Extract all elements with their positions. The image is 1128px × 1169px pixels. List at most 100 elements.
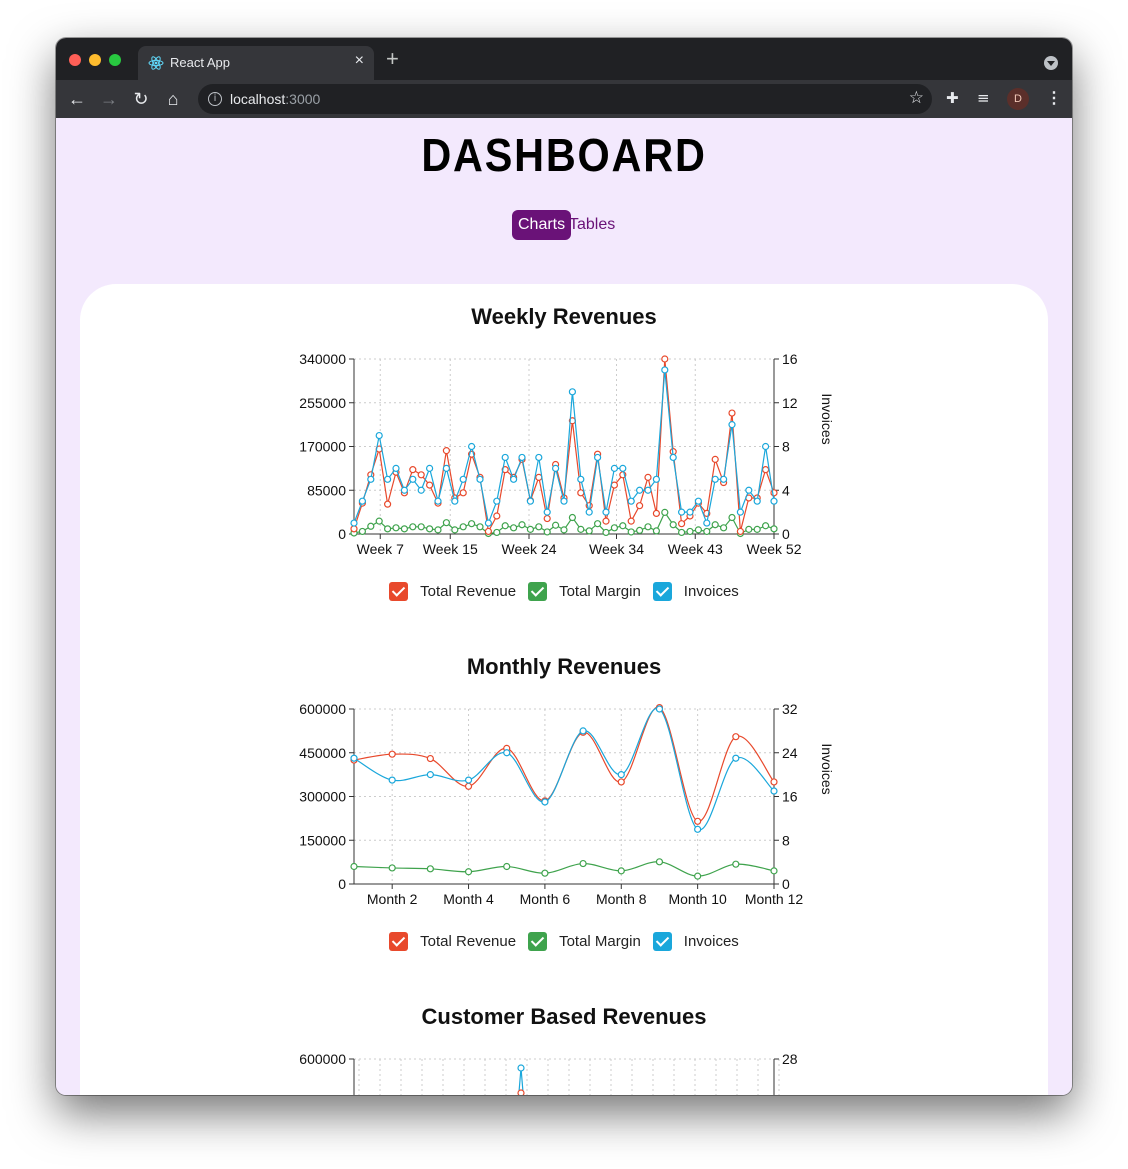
data-point xyxy=(526,497,534,505)
data-point xyxy=(501,522,509,530)
info-icon[interactable]: i xyxy=(208,92,222,106)
x-tick-label: Week 7 xyxy=(357,541,404,557)
data-point xyxy=(593,453,602,462)
extensions-puzzle-icon[interactable]: ✚ xyxy=(946,89,959,107)
data-point xyxy=(493,528,501,537)
legend-item-total-margin[interactable]: Total Margin xyxy=(528,929,641,953)
more-menu-icon[interactable]: ⋮ xyxy=(1046,88,1062,108)
data-point xyxy=(694,817,702,825)
y2-tick-label: 4 xyxy=(782,482,790,498)
checkbox-checked-icon[interactable] xyxy=(389,931,409,951)
home-icon[interactable]: ⌂ xyxy=(160,86,186,112)
address-bar[interactable]: i localhost:3000 ☆ xyxy=(198,84,932,114)
data-point xyxy=(686,527,694,536)
data-point xyxy=(635,486,644,494)
url-text: localhost:3000 xyxy=(230,91,320,107)
url-host: localhost xyxy=(230,91,286,107)
data-point xyxy=(728,409,736,417)
legend-item-total-margin[interactable]: Total Margin xyxy=(528,579,641,603)
maximize-window-button[interactable] xyxy=(109,54,121,66)
legend-item-total-revenue[interactable]: Total Revenue xyxy=(389,929,516,953)
data-point xyxy=(602,508,610,516)
legend-item-invoices[interactable]: Invoices xyxy=(652,579,739,603)
data-point xyxy=(568,513,576,522)
data-point xyxy=(392,464,400,472)
data-point xyxy=(459,489,467,497)
chart-title-customer: Customer Based Revenues xyxy=(421,1004,707,1029)
data-point xyxy=(560,497,568,505)
browser-window: React App × + ← → ↻ ⌂ i localhost:3000 ☆… xyxy=(56,38,1072,1095)
weekly-revenues-chart: 340000 255000 170000 85000 0 16 12 8 4 0 Invoices W… xyxy=(299,351,835,557)
data-point xyxy=(568,388,576,396)
tab-search-icon[interactable] xyxy=(1044,56,1058,70)
x-tick-label: Week 34 xyxy=(589,541,644,557)
data-point xyxy=(451,497,459,505)
browser-tab[interactable]: React App × xyxy=(138,46,374,80)
data-point xyxy=(719,475,728,483)
forward-arrow-icon[interactable]: → xyxy=(96,86,122,112)
data-point xyxy=(535,473,543,481)
media-playlist-icon[interactable]: ≡ xyxy=(977,89,990,107)
data-point xyxy=(384,475,392,483)
chart-title-monthly: Monthly Revenues xyxy=(466,654,662,679)
checkbox-checked-icon[interactable] xyxy=(389,581,409,601)
data-point xyxy=(770,778,778,786)
checkbox-checked-icon[interactable] xyxy=(652,931,672,951)
series-line xyxy=(353,358,775,534)
nav-tables[interactable]: Tables xyxy=(563,210,621,240)
data-point xyxy=(560,526,568,534)
page-content: DASHBOARD Charts Tables Weekly Revenues … xyxy=(56,118,1072,1095)
x-tick-label: Month 6 xyxy=(520,891,571,907)
data-point xyxy=(367,522,375,530)
data-point xyxy=(541,869,549,877)
data-point xyxy=(655,705,664,713)
data-point xyxy=(426,525,434,533)
legend-item-invoices[interactable]: Invoices xyxy=(652,929,739,953)
data-point xyxy=(610,481,619,489)
legend-label: Total Margin xyxy=(559,582,641,600)
y-tick-label: 450000 xyxy=(299,745,346,761)
data-point xyxy=(426,481,434,489)
data-point xyxy=(644,473,652,481)
checkbox-checked-icon[interactable] xyxy=(528,931,548,951)
bookmark-star-icon[interactable]: ☆ xyxy=(909,88,924,108)
y-tick-label: 300000 xyxy=(299,789,346,805)
y-tick-label: 255000 xyxy=(299,395,346,411)
y2-tick-label: 32 xyxy=(782,701,798,717)
y2-tick-label: 24 xyxy=(782,745,798,761)
data-point xyxy=(711,455,719,463)
checkbox-checked-icon[interactable] xyxy=(652,581,672,601)
back-arrow-icon[interactable]: ← xyxy=(64,86,90,112)
new-tab-icon[interactable]: + xyxy=(386,48,399,70)
close-window-button[interactable] xyxy=(69,54,81,66)
data-point xyxy=(745,486,753,494)
data-point xyxy=(426,464,434,472)
data-point xyxy=(543,508,551,516)
data-point xyxy=(577,525,585,533)
series-line xyxy=(353,707,775,831)
data-point xyxy=(451,526,459,534)
minimize-window-button[interactable] xyxy=(89,54,101,66)
data-point xyxy=(526,525,534,533)
x-tick-label: Month 10 xyxy=(668,891,727,907)
data-point xyxy=(732,754,740,762)
close-tab-icon[interactable]: × xyxy=(355,52,364,70)
data-point xyxy=(464,776,473,784)
browser-toolbar: ← → ↻ ⌂ i localhost:3000 ☆ ✚ ≡ D ⋮ xyxy=(56,80,1072,118)
reload-icon[interactable]: ↻ xyxy=(128,86,154,112)
chart-title-weekly: Weekly Revenues xyxy=(471,304,657,329)
y2-tick-label: 8 xyxy=(782,439,790,455)
data-point xyxy=(770,787,778,795)
data-point xyxy=(732,860,740,868)
data-point xyxy=(535,453,543,462)
data-point xyxy=(652,509,661,518)
customer-revenues-chart: 600000 28 xyxy=(299,1051,798,1095)
profile-avatar[interactable]: D xyxy=(1007,88,1029,110)
checkbox-checked-icon[interactable] xyxy=(528,581,548,601)
legend-item-total-revenue[interactable]: Total Revenue xyxy=(389,579,516,603)
y2-tick-label: 28 xyxy=(782,1051,798,1067)
page-title: DASHBOARD xyxy=(421,129,707,181)
y2-tick-label: 0 xyxy=(782,876,790,892)
url-port: :3000 xyxy=(285,91,321,107)
tab-title: React App xyxy=(170,55,230,70)
